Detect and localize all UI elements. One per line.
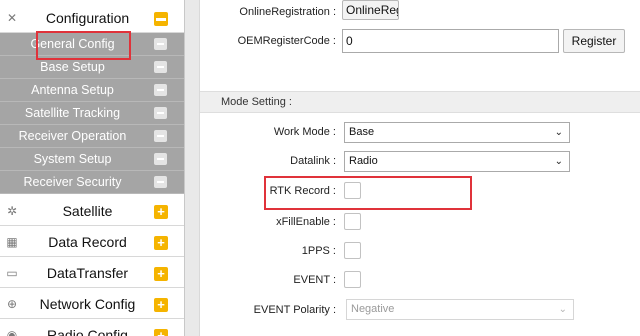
- minus-icon: [154, 84, 167, 96]
- nav-satellite[interactable]: ✲ Satellite +: [0, 196, 184, 226]
- nav-satellite-label: Satellite: [62, 203, 113, 219]
- oem-register-code-label: OEMRegisterCode :: [237, 35, 336, 47]
- expand-icon[interactable]: +: [154, 329, 168, 336]
- work-mode-value: Base: [349, 126, 375, 138]
- pps-label: 1PPS :: [301, 245, 336, 257]
- nav-radio-config[interactable]: ◉ Radio Config +: [0, 320, 184, 336]
- register-button[interactable]: Register: [563, 29, 625, 53]
- work-mode-label: Work Mode :: [273, 126, 336, 138]
- nav-datatransfer[interactable]: ▭ DataTransfer +: [0, 258, 184, 288]
- nav-configuration-label: Configuration: [45, 10, 130, 26]
- nav-data-record-label: Data Record: [48, 234, 127, 250]
- highlight-box-general-config: [36, 31, 131, 60]
- calendar-icon: ▦: [6, 235, 18, 249]
- event-polarity-select[interactable]: Negative ⌄: [346, 299, 574, 320]
- sidebar-item-receiver-security[interactable]: Receiver Security: [0, 171, 184, 194]
- expand-icon[interactable]: +: [154, 298, 168, 312]
- globe-icon: ⊕: [6, 297, 18, 311]
- nav-datatransfer-label: DataTransfer: [46, 265, 129, 281]
- collapse-icon[interactable]: ▬: [154, 12, 168, 26]
- online-registration-label: OnlineRegistration :: [239, 6, 336, 18]
- chevron-down-icon: ⌄: [554, 156, 563, 167]
- event-polarity-label: EVENT Polarity :: [253, 304, 336, 316]
- datalink-select[interactable]: Radio ⌄: [344, 151, 570, 172]
- expand-icon[interactable]: +: [154, 236, 168, 250]
- sidebar-item-label: Antenna Setup: [31, 83, 114, 97]
- datalink-label: Datalink :: [290, 155, 336, 167]
- minus-icon: [154, 130, 167, 142]
- mode-setting-header: Mode Setting :: [200, 91, 640, 113]
- sidebar-item-label: System Setup: [33, 152, 112, 166]
- sidebar: ✕ Configuration ▬ General Config Base Se…: [0, 0, 185, 336]
- sidebar-item-satellite-tracking[interactable]: Satellite Tracking: [0, 102, 184, 125]
- highlight-box-rtk-record: [264, 176, 472, 210]
- minus-icon: [154, 38, 167, 50]
- xfill-enable-label: xFillEnable :: [276, 216, 336, 228]
- nav-network-config[interactable]: ⊕ Network Config +: [0, 289, 184, 319]
- event-polarity-value: Negative: [351, 303, 395, 315]
- expand-icon[interactable]: +: [154, 205, 168, 219]
- chevron-down-icon: ⌄: [558, 304, 567, 315]
- event-label: EVENT :: [293, 274, 336, 286]
- minus-icon: [154, 176, 167, 188]
- main-content: OnlineRegistration : OnlineRegi OEMRegis…: [186, 0, 640, 336]
- online-registration-button[interactable]: OnlineRegi: [342, 0, 399, 20]
- tools-icon: ✕: [6, 11, 18, 25]
- datalink-value: Radio: [349, 155, 378, 167]
- nav-configuration[interactable]: ✕ Configuration ▬: [0, 3, 184, 33]
- sidebar-item-label: Receiver Security: [23, 175, 122, 189]
- sidebar-item-receiver-operation[interactable]: Receiver Operation: [0, 125, 184, 148]
- nav-data-record[interactable]: ▦ Data Record +: [0, 227, 184, 257]
- work-mode-select[interactable]: Base ⌄: [344, 122, 570, 143]
- mode-setting-title: Mode Setting :: [221, 96, 292, 108]
- expand-icon[interactable]: +: [154, 267, 168, 281]
- sidebar-item-label: Receiver Operation: [18, 129, 127, 143]
- sidebar-item-system-setup[interactable]: System Setup: [0, 148, 184, 171]
- event-checkbox[interactable]: [344, 271, 361, 288]
- minus-icon: [154, 61, 167, 73]
- transfer-icon: ▭: [6, 266, 18, 280]
- radio-icon: ◉: [6, 328, 18, 336]
- satellite-icon: ✲: [6, 204, 18, 218]
- xfill-enable-checkbox[interactable]: [344, 213, 361, 230]
- pps-checkbox[interactable]: [344, 242, 361, 259]
- minus-icon: [154, 107, 167, 119]
- sidebar-item-antenna-setup[interactable]: Antenna Setup: [0, 79, 184, 102]
- sidebar-item-label: Satellite Tracking: [24, 106, 121, 120]
- nav-network-config-label: Network Config: [39, 296, 136, 312]
- chevron-down-icon: ⌄: [554, 127, 563, 138]
- minus-icon: [154, 153, 167, 165]
- oem-register-code-input[interactable]: 0: [342, 29, 559, 53]
- settings-panel: OnlineRegistration : OnlineRegi OEMRegis…: [199, 0, 640, 336]
- nav-radio-config-label: Radio Config: [47, 327, 128, 336]
